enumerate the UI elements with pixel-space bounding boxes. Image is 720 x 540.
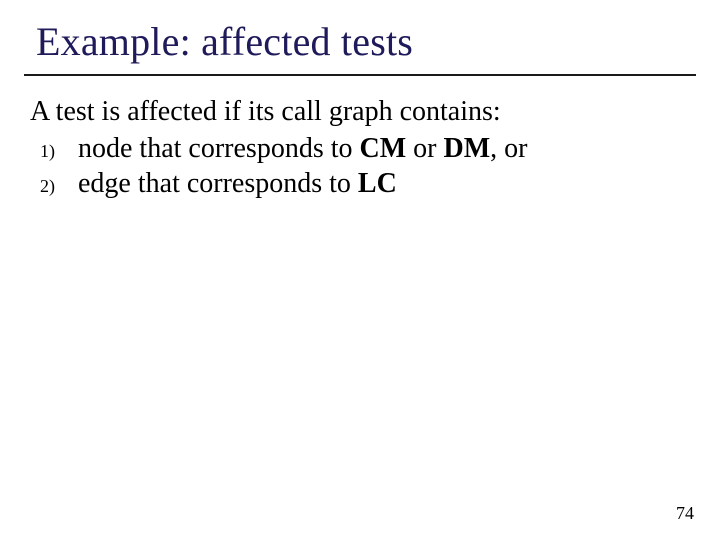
page-number: 74 — [676, 503, 694, 524]
text-run: or — [406, 133, 443, 164]
bold-term: DM — [443, 133, 490, 164]
text-run: edge that corresponds to — [78, 168, 358, 199]
slide: Example: affected tests A test is affect… — [0, 0, 720, 540]
list-item-text: node that corresponds to CM or DM, or — [78, 131, 690, 166]
bold-term: CM — [360, 133, 407, 164]
slide-title: Example: affected tests — [36, 18, 413, 65]
intro-text: A test is affected if its call graph con… — [30, 94, 690, 129]
list-item: 1) node that corresponds to CM or DM, or — [30, 131, 690, 166]
list-item-text: edge that corresponds to LC — [78, 166, 690, 201]
text-run: node that corresponds to — [78, 133, 360, 164]
slide-body: A test is affected if its call graph con… — [30, 94, 690, 201]
title-underline — [24, 74, 696, 76]
text-run: , or — [490, 133, 527, 164]
list-marker: 2) — [30, 175, 78, 198]
bold-term: LC — [358, 168, 397, 199]
list-marker: 1) — [30, 140, 78, 163]
list-item: 2) edge that corresponds to LC — [30, 166, 690, 201]
